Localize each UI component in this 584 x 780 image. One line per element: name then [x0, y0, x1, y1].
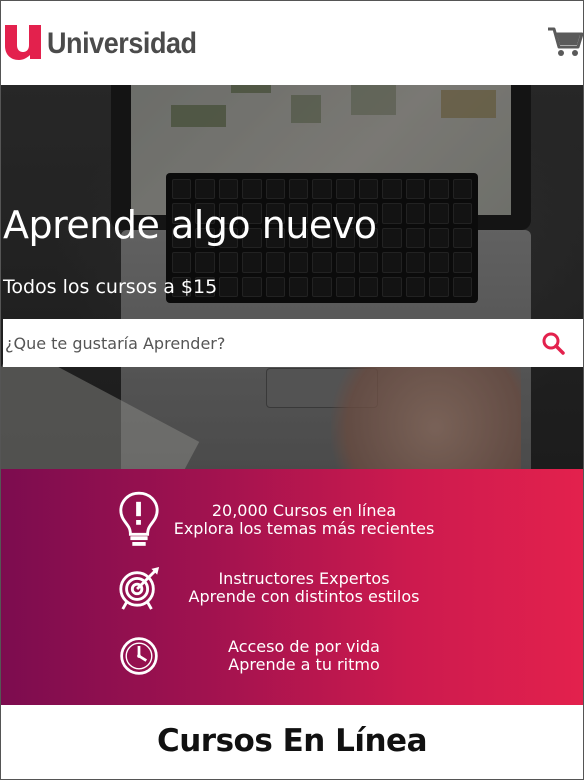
hero-subtitle: Todos los cursos a $15 — [3, 276, 218, 298]
feature-instructors-desc: Aprende con distintos estilos — [188, 587, 420, 606]
feature-instructors: Instructores Expertos Aprende con distin… — [116, 557, 446, 619]
logo[interactable]: Universidad — [3, 21, 213, 61]
clock-icon — [116, 625, 162, 687]
feature-access-desc: Aprende a tu ritmo — [228, 655, 380, 674]
page: Universidad Aprende algo nuevo Todos los… — [0, 0, 584, 780]
features-band: 20,000 Cursos en línea Explora los temas… — [1, 469, 583, 705]
hero-banner: Aprende algo nuevo Todos los cursos a $1… — [1, 85, 583, 469]
lightbulb-icon — [116, 489, 162, 551]
courses-section: Cursos En Línea — [1, 705, 583, 779]
search-bar — [3, 319, 583, 367]
search-button[interactable] — [523, 319, 583, 367]
feature-access: Acceso de por vida Aprende a tu ritmo — [116, 625, 446, 687]
shopping-cart-icon[interactable] — [547, 25, 583, 59]
hero-title: Aprende algo nuevo — [3, 203, 377, 247]
feature-instructors-title: Instructores Expertos — [218, 569, 390, 588]
search-icon — [542, 332, 565, 355]
feature-courses: 20,000 Cursos en línea Explora los temas… — [116, 489, 446, 551]
feature-courses-desc: Explora los temas más recientes — [173, 519, 435, 538]
feature-courses-title: 20,000 Cursos en línea — [211, 501, 397, 520]
courses-section-title: Cursos En Línea — [156, 723, 428, 759]
search-input[interactable] — [3, 319, 523, 367]
logo-text: Universidad — [47, 27, 197, 60]
header: Universidad — [1, 1, 583, 85]
logo-u-icon — [5, 25, 41, 60]
feature-access-title: Acceso de por vida — [228, 637, 380, 656]
target-icon — [116, 557, 162, 619]
